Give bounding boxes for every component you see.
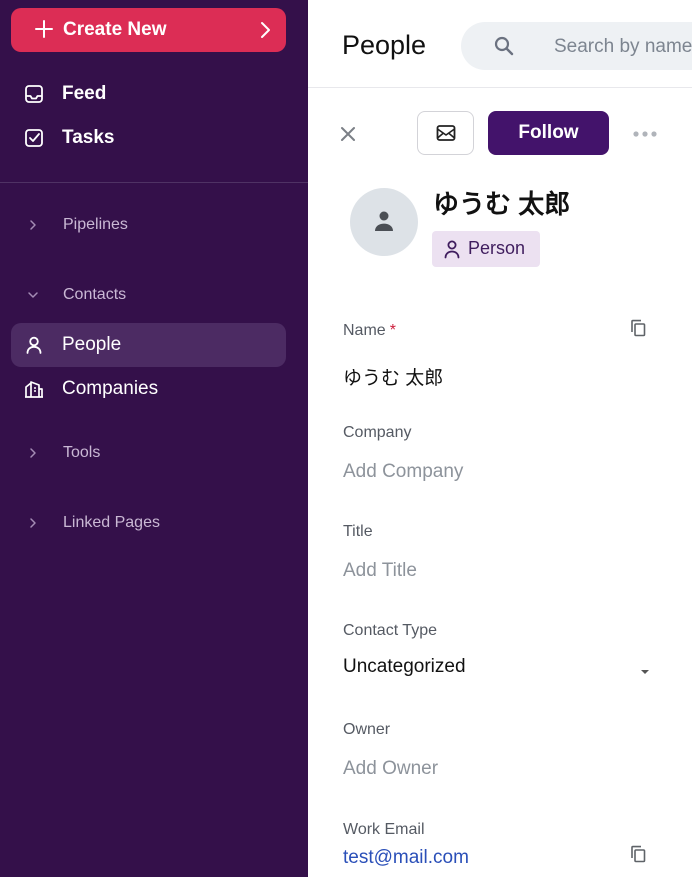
record-type-label: Person: [468, 238, 526, 258]
page-title: People: [342, 30, 427, 60]
name-field-value[interactable]: ゆうむ 太郎: [343, 363, 443, 390]
person-icon: [26, 336, 42, 354]
person-silhouette-icon: [375, 211, 393, 231]
sidebar-item-label: People: [62, 334, 122, 355]
checkbox-icon: [25, 129, 43, 147]
section-label: Linked Pages: [63, 514, 160, 531]
sidebar-item-label: Feed: [62, 83, 107, 104]
chevron-down-icon: [28, 292, 38, 298]
chevron-right-icon: [30, 448, 36, 458]
create-new-button[interactable]: Create New: [11, 8, 286, 52]
sidebar: Create New Feed Tasks Pipelines Contacts…: [0, 0, 308, 877]
title-field-label: Title: [343, 523, 373, 540]
inbox-icon: [25, 85, 43, 103]
name-field-label: Name *: [343, 322, 396, 339]
sidebar-item-label: Tasks: [62, 127, 115, 148]
owner-field-input[interactable]: Add Owner: [343, 758, 438, 780]
caret-down-icon[interactable]: [639, 668, 651, 676]
sidebar-item-label: Companies: [62, 378, 159, 399]
title-field-input[interactable]: Add Title: [343, 560, 417, 582]
record-name: ゆうむ 太郎: [433, 189, 571, 219]
sidebar-divider: [0, 182, 308, 183]
owner-field-label: Owner: [343, 721, 391, 738]
more-options-icon[interactable]: [631, 124, 659, 144]
sidebar-item-feed[interactable]: Feed: [11, 72, 286, 116]
chevron-right-icon: [261, 22, 270, 38]
required-marker: *: [389, 322, 396, 339]
section-label: Pipelines: [63, 216, 128, 233]
record-type-badge: Person: [432, 231, 540, 267]
search-icon: [494, 36, 514, 56]
create-new-label: Create New: [63, 19, 167, 40]
plus-icon: [35, 20, 53, 38]
follow-button[interactable]: Follow: [488, 111, 609, 155]
copy-icon[interactable]: [630, 319, 646, 337]
work-email-field-label: Work Email: [343, 821, 425, 838]
avatar: [350, 188, 418, 256]
sidebar-item-tasks[interactable]: Tasks: [11, 116, 286, 160]
copy-icon[interactable]: [630, 845, 646, 863]
close-icon[interactable]: [338, 124, 358, 144]
building-icon: [25, 381, 43, 398]
chevron-right-icon: [30, 518, 36, 528]
section-label: Contacts: [63, 286, 127, 303]
mail-icon: [436, 125, 456, 141]
person-icon: [444, 240, 460, 259]
search-placeholder: Search by name: [554, 36, 692, 57]
sidebar-item-people[interactable]: People: [11, 323, 286, 367]
work-email-link[interactable]: test@mail.com: [343, 847, 469, 869]
company-field-input[interactable]: Add Company: [343, 461, 463, 483]
search-input[interactable]: Search by name: [461, 22, 692, 70]
email-button[interactable]: [417, 111, 474, 155]
record-panel: Follow ゆうむ 太郎 Person Name * ゆうむ 太郎 Compan…: [308, 88, 692, 877]
section-label: Tools: [63, 444, 101, 461]
chevron-right-icon: [30, 220, 36, 230]
sidebar-item-companies[interactable]: Companies: [11, 367, 286, 411]
company-field-label: Company: [343, 424, 412, 441]
contact-type-field-label: Contact Type: [343, 622, 437, 639]
contact-type-select[interactable]: Uncategorized: [343, 656, 466, 678]
top-header: People Search by name: [308, 0, 692, 88]
